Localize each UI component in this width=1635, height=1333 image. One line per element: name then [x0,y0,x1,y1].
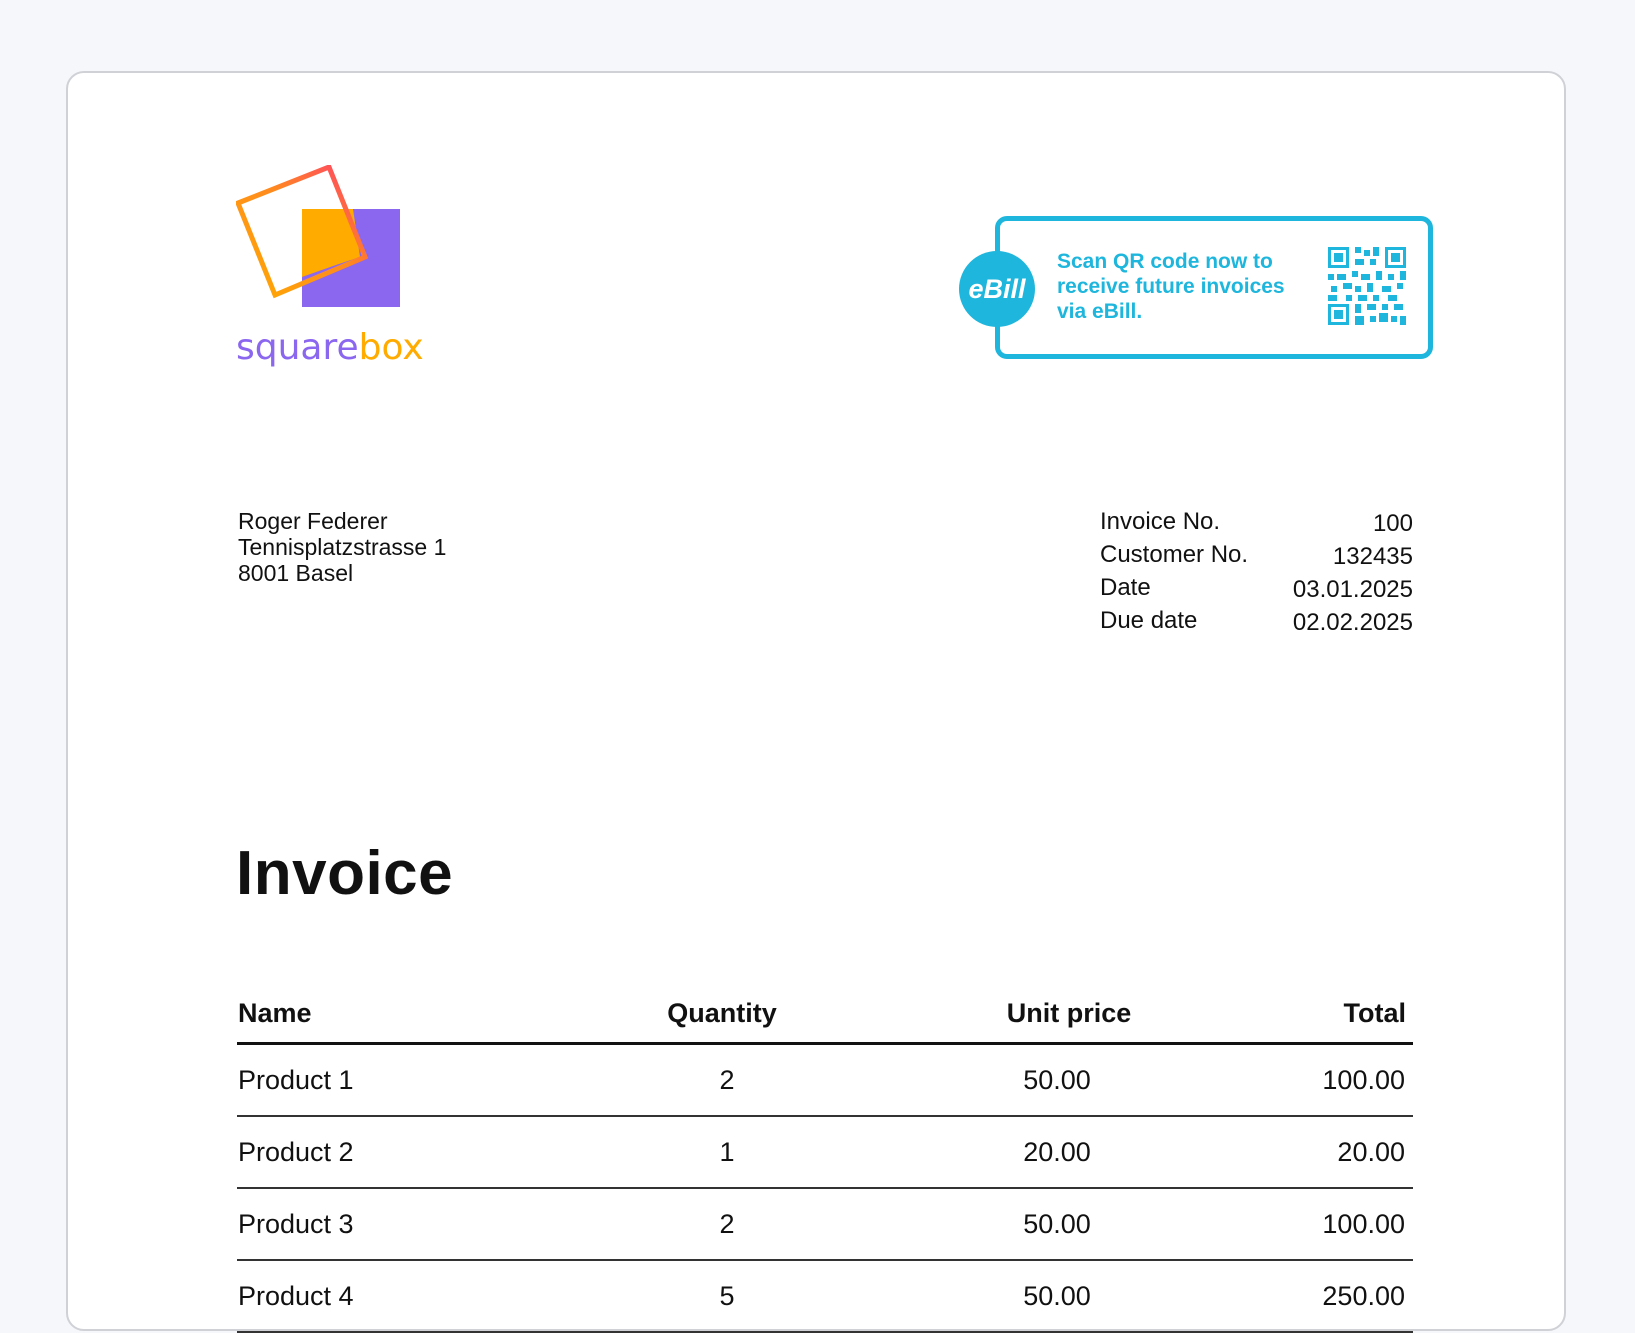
meta-value: 100 [1372,510,1413,537]
recipient-address: Roger Federer Tennisplatzstrasse 1 8001 … [238,508,446,586]
row-quantity: 5 [719,1281,735,1311]
recipient-name: Roger Federer [238,508,388,534]
table-header: Name Quantity Unit price Total [237,985,1413,1045]
meta-value: 02.02.2025 [1292,609,1413,636]
row-quantity: 2 [719,1209,735,1239]
logo-wordmark: squarebox [236,327,424,368]
meta-value: 132435 [1332,543,1413,570]
squarebox-logo-mark [234,163,400,307]
logo-wordmark-box: box [358,327,424,368]
meta-label: Invoice No. [1100,508,1221,535]
row-unit-price: 50.00 [1023,1209,1091,1239]
header-total: Total [1343,998,1407,1028]
row-total: 100.00 [1322,1065,1405,1095]
meta-label: Date [1100,574,1151,601]
row-total: 20.00 [1337,1137,1405,1167]
header-unit-price: Unit price [1006,998,1132,1028]
meta-invoice-no: Invoice No. 100 [1100,508,1413,541]
meta-due-date: Due date 02.02.2025 [1100,607,1413,640]
row-unit-price: 50.00 [1023,1065,1091,1095]
table-row: Product 1 2 50.00 100.00 [237,1045,1413,1117]
row-total: 100.00 [1322,1209,1405,1239]
header-name: Name [238,998,312,1028]
ebill-message: Scan QR code now to receive future invoi… [1057,250,1285,323]
invoice-meta: Invoice No. 100 Customer No. 132435 Date… [1100,508,1413,640]
meta-date: Date 03.01.2025 [1100,574,1413,607]
recipient-city: 8001 Basel [238,560,354,586]
invoice-table: Name Quantity Unit price Total Product 1… [237,985,1413,1333]
table-row: Product 3 2 50.00 100.00 [237,1189,1413,1261]
row-total: 250.00 [1322,1281,1405,1311]
row-quantity: 1 [719,1137,735,1167]
row-name: Product 4 [238,1281,354,1311]
ebill-badge: eBill [959,251,1035,327]
meta-customer-no: Customer No. 132435 [1100,541,1413,574]
header-quantity: Quantity [667,998,777,1028]
row-name: Product 3 [238,1209,354,1239]
logo-wordmark-square: square [236,327,359,368]
row-unit-price: 50.00 [1023,1281,1091,1311]
page-title: Invoice [236,839,454,908]
row-unit-price: 20.00 [1023,1137,1091,1167]
recipient-street: Tennisplatzstrasse 1 [238,534,447,560]
meta-value: 03.01.2025 [1292,576,1413,603]
row-name: Product 2 [238,1137,354,1167]
meta-label: Customer No. [1100,541,1249,568]
meta-label: Due date [1100,607,1198,634]
row-name: Product 1 [238,1065,354,1095]
squarebox-logo: squarebox [234,163,424,370]
row-quantity: 2 [719,1065,735,1095]
qr-code-icon[interactable] [1328,247,1406,325]
table-row: Product 4 5 50.00 250.00 [237,1261,1413,1333]
table-row: Product 2 1 20.00 20.00 [237,1117,1413,1189]
